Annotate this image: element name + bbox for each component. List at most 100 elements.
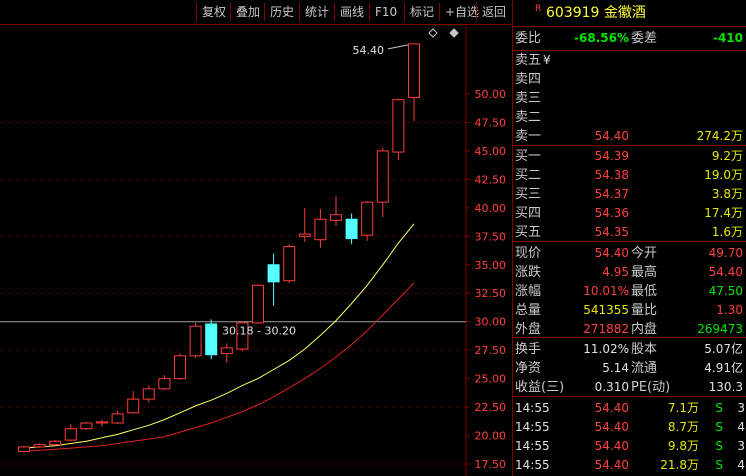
- statistics-button[interactable]: 统计: [299, 3, 334, 21]
- y-tick-label: 27.50: [475, 344, 507, 357]
- chart-grid: [0, 25, 470, 476]
- overlay-button[interactable]: 叠加: [230, 3, 265, 21]
- tick-price: 54.40: [594, 401, 629, 415]
- sell-level-row: 卖三: [513, 89, 746, 108]
- stat-value: 541355: [583, 303, 629, 317]
- candle-body: [158, 378, 171, 390]
- buy-volume: 19.0万: [704, 168, 743, 182]
- candle-body: [205, 323, 218, 356]
- weibi-label: 委比: [515, 31, 542, 46]
- fundamental-label: 收益(三): [515, 380, 565, 395]
- y-tick-label: 25.00: [475, 373, 507, 386]
- candle-body: [64, 428, 77, 441]
- fundamental-label: 净资: [515, 361, 542, 376]
- buy-price: 54.39: [594, 149, 629, 163]
- buy-volume: 9.2万: [711, 149, 743, 163]
- buy-level-label: 买一: [515, 149, 542, 164]
- tick-count: 3: [737, 401, 745, 415]
- stat-row: 总量 541355 量比 1.30: [513, 301, 746, 320]
- tick-side: S: [715, 439, 723, 453]
- candle-body: [345, 218, 358, 240]
- trade-tick-row: 14:55 54.40 7.1万 S 3: [513, 399, 746, 418]
- y-axis-ticks: 50.00 47.50 45.00 42.50 40.00 37.50 35.00 32.50…: [475, 88, 507, 471]
- y-tick-label: 42.50: [475, 173, 507, 186]
- buy-price: 54.37: [594, 187, 629, 201]
- sell-level-label: 卖三: [515, 91, 542, 106]
- tick-count: 4: [737, 458, 745, 472]
- fundamental-value: 11.02%: [583, 342, 629, 356]
- trade-tick-row: 14:55 54.40 21.8万 S 4: [513, 456, 746, 475]
- buy-level-row: 买二 54.38 19.0万: [513, 166, 746, 185]
- fundamental-value: 130.3: [708, 380, 743, 394]
- sell-level-row: 卖一 54.40 274.2万: [513, 127, 746, 146]
- stat-value: 49.70: [708, 246, 743, 260]
- candle-body: [49, 440, 62, 446]
- tick-volume: 7.1万: [667, 401, 699, 415]
- candle-body: [174, 355, 186, 380]
- stat-value: 47.50: [708, 284, 743, 298]
- candle-body: [283, 246, 296, 282]
- restore-rights-button[interactable]: 复权: [196, 3, 231, 21]
- y-tick-label: 40.00: [475, 202, 507, 215]
- f10-button[interactable]: F10: [369, 3, 402, 21]
- y-tick-label: 30.00: [475, 316, 507, 329]
- stat-label: 总量: [515, 303, 542, 318]
- draw-line-button[interactable]: 画线: [334, 3, 369, 21]
- y-tick-label: 35.00: [475, 259, 507, 272]
- stat-label: 量比: [631, 303, 658, 318]
- stat-value: 4.95: [602, 265, 629, 279]
- fundamental-row: 换手 11.02% 股本 5.07亿: [513, 340, 746, 359]
- stat-row: 现价 54.40 今开 49.70: [513, 244, 746, 263]
- tick-count: 3: [737, 439, 745, 453]
- candle-body: [142, 388, 155, 400]
- fundamental-row: 净资 5.14 流通 4.91亿: [513, 359, 746, 378]
- stat-label: 最低: [631, 284, 658, 299]
- weibi-value: -68.56%: [574, 31, 629, 45]
- tick-time: 14:55: [515, 401, 550, 415]
- candle-body: [330, 214, 342, 221]
- candle-body: [127, 398, 140, 414]
- history-button[interactable]: 历史: [264, 3, 299, 21]
- candle-body: [18, 446, 30, 452]
- diamond-icon: [428, 28, 438, 38]
- kline-chart[interactable]: 50.00 47.50 45.00 42.50 40.00 37.50 35.00 32.50…: [0, 25, 511, 476]
- back-button[interactable]: 返回: [476, 3, 511, 21]
- buy-volume: 3.8万: [711, 187, 743, 201]
- y-tick-label: 47.50: [475, 116, 507, 129]
- chart-corner-icons[interactable]: [428, 28, 459, 38]
- candle-body: [220, 347, 233, 355]
- candle-body: [33, 444, 46, 448]
- buy-level-row: 买四 54.36 17.4万: [513, 204, 746, 223]
- weibi-row: 委比 -68.56% 委差 -410: [513, 29, 746, 48]
- mark-button[interactable]: 标记: [404, 3, 439, 21]
- sell-level-label: 卖四: [515, 72, 542, 87]
- buy-price: 54.35: [594, 225, 629, 239]
- tick-price: 54.40: [594, 439, 629, 453]
- tick-time: 14:55: [515, 439, 550, 453]
- stat-value: 54.40: [708, 265, 743, 279]
- candle-body: [314, 218, 327, 241]
- max-pointer: [387, 44, 409, 50]
- fundamental-value: 0.310: [594, 380, 629, 394]
- stat-value: 10.01%: [583, 284, 629, 298]
- tick-side: S: [715, 458, 723, 472]
- trade-tick-row: 14:55 54.40 8.7万 S 4: [513, 418, 746, 437]
- stat-value: 54.40: [594, 246, 629, 260]
- max-price-label: 54.40: [353, 44, 385, 57]
- candle-body: [80, 422, 93, 430]
- fundamental-label: 股本: [631, 342, 658, 357]
- chart-toolbar: 复权 叠加 历史 统计 画线 F10 标记 +自选 返回: [0, 0, 511, 25]
- tick-time: 14:55: [515, 458, 550, 472]
- stat-label: 现价: [515, 246, 542, 261]
- sell-level-row: 卖五 ¥: [513, 51, 746, 70]
- tick-volume: 21.8万: [660, 458, 699, 472]
- candle-body: [189, 325, 202, 357]
- stat-row: 涨跌 4.95 最高 54.40: [513, 263, 746, 282]
- fundamental-label: PE(动): [631, 380, 671, 395]
- buy-volume: 17.4万: [704, 206, 743, 220]
- stat-label: 涨幅: [515, 284, 542, 299]
- weicha-label: 委差: [631, 31, 658, 46]
- sell-level-row: 卖四: [513, 70, 746, 89]
- buy-level-label: 买二: [515, 168, 542, 183]
- tick-count: 4: [737, 420, 745, 434]
